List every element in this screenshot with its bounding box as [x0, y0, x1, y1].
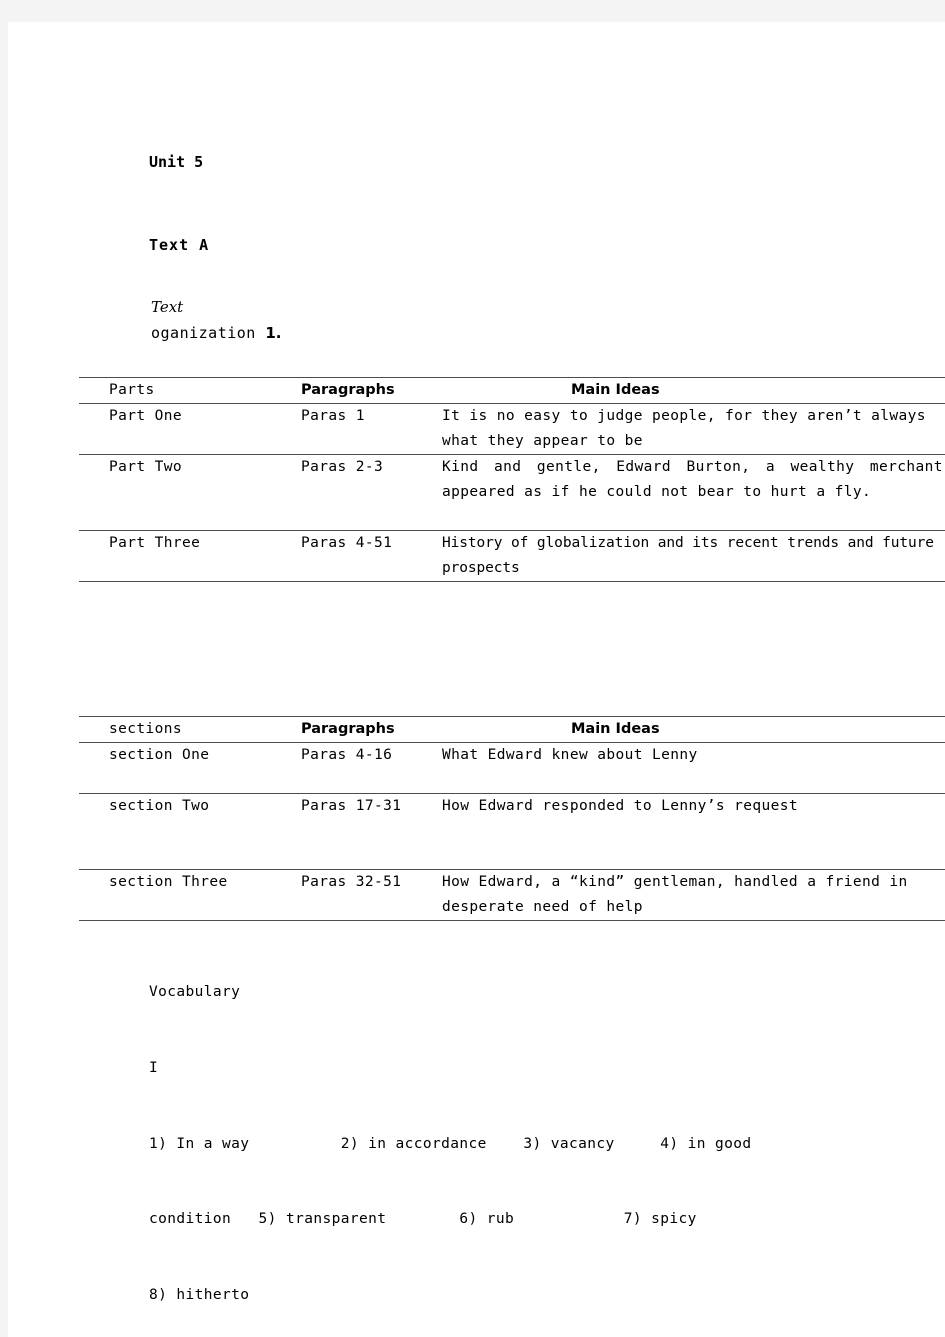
- cell-section: section Three: [109, 874, 228, 890]
- table-row: Part One Paras 1 It is no easy to judge …: [79, 403, 945, 455]
- text-organization-label: Text oganization 1.: [151, 294, 451, 346]
- header-main-ideas: Main Ideas: [571, 382, 660, 398]
- table-header-row: Parts Paragraphs Main Ideas: [79, 377, 945, 404]
- cell-paragraphs: Paras 4-51: [301, 535, 393, 551]
- cell-main-idea: It is no easy to judge people, for they …: [442, 408, 926, 449]
- cell-paragraphs: Paras 4-16: [301, 747, 393, 763]
- text-a-heading: Text A: [149, 236, 210, 254]
- cell-part: Part Three: [109, 535, 201, 551]
- document-page: Unit 5 Text A Text oganization 1. Parts …: [8, 22, 945, 1337]
- vocabulary-line: 1) In a way 2) in accordance 3) vacancy …: [149, 1135, 752, 1152]
- cell-main-idea: Kind and gentle, Edward Burton, a wealth…: [442, 459, 945, 500]
- cell-section: section One: [109, 747, 210, 763]
- unit-title: Unit 5: [149, 153, 204, 171]
- header-sections: sections: [109, 721, 183, 737]
- cell-paragraphs: Paras 17-31: [301, 798, 402, 814]
- cell-part: Part Two: [109, 459, 183, 475]
- vocabulary-title: Vocabulary: [149, 984, 241, 1001]
- vocabulary-section: Vocabulary I 1) In a way 2) in accordanc…: [149, 930, 939, 1337]
- cell-part: Part One: [109, 408, 183, 424]
- cell-paragraphs: Paras 2-3: [301, 459, 384, 475]
- header-parts: Parts: [109, 382, 155, 398]
- text-organization-italic: Text: [151, 298, 184, 316]
- vocabulary-line: 8) hitherto: [149, 1286, 250, 1303]
- cell-main-idea: History of globalization and its recent …: [442, 535, 934, 576]
- text-organization-table-two: sections Paragraphs Main Ideas section O…: [79, 716, 945, 921]
- vocabulary-part-one-label: I: [149, 1060, 159, 1077]
- cell-main-idea: How Edward responded to Lenny’s request: [442, 798, 799, 814]
- header-paragraphs: Paragraphs: [301, 382, 395, 398]
- header-paragraphs: Paragraphs: [301, 721, 395, 737]
- table-row: section Three Paras 32-51 How Edward, a …: [79, 869, 945, 921]
- cell-main-idea: What Edward knew about Lenny: [442, 747, 698, 763]
- text-organization-word: oganization: [151, 324, 256, 342]
- cell-section: section Two: [109, 798, 210, 814]
- table-row: Part Two Paras 2-3 Kind and gentle, Edwa…: [79, 454, 945, 531]
- cell-paragraphs: Paras 32-51: [301, 874, 402, 890]
- header-main-ideas: Main Ideas: [571, 721, 660, 737]
- cell-paragraphs: Paras 1: [301, 408, 365, 424]
- text-organization-number: 1.: [265, 324, 282, 342]
- table-row: section Two Paras 17-31 How Edward respo…: [79, 793, 945, 870]
- text-organization-table-one: Parts Paragraphs Main Ideas Part One Par…: [79, 377, 945, 582]
- table-row: Part Three Paras 4-51 History of globali…: [79, 530, 945, 582]
- table-row: section One Paras 4-16 What Edward knew …: [79, 742, 945, 794]
- vocabulary-line: condition 5) transparent 6) rub 7) spicy: [149, 1211, 697, 1228]
- page-content: Unit 5 Text A Text oganization 1. Parts …: [8, 22, 945, 1337]
- table-header-row: sections Paragraphs Main Ideas: [79, 716, 945, 743]
- cell-main-idea: How Edward, a “kind” gentleman, handled …: [442, 874, 908, 915]
